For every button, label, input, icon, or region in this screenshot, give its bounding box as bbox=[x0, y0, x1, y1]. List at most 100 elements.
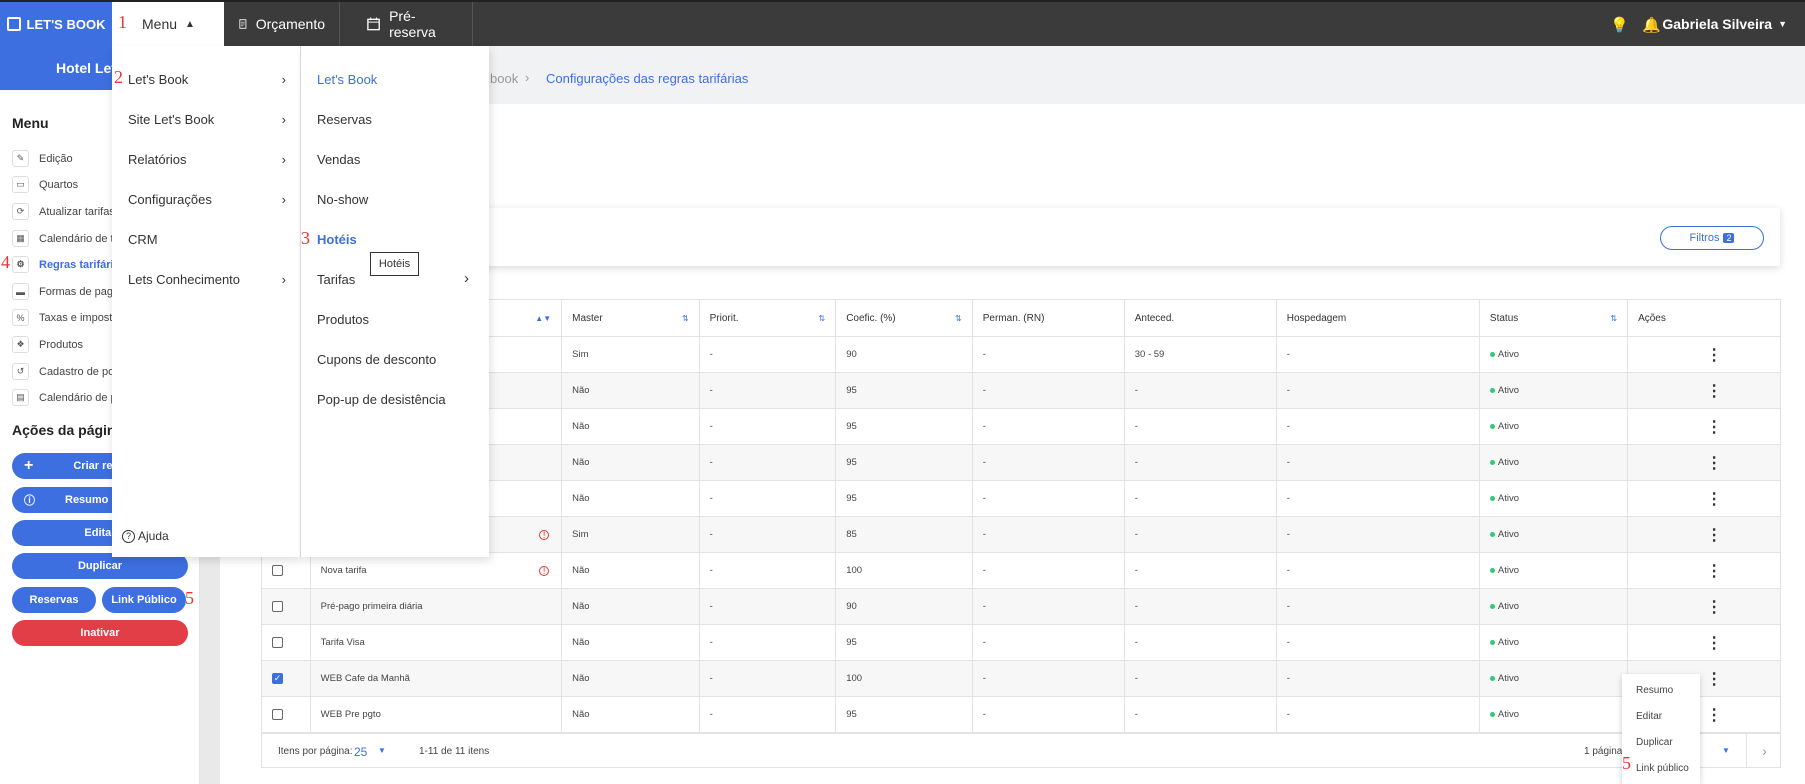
pencil-icon: ✎ bbox=[12, 150, 29, 167]
menu-item-label: Lets Conhecimento bbox=[128, 272, 241, 287]
context-item-resumo[interactable]: Resumo bbox=[1636, 685, 1673, 696]
menu-item-conhecimento[interactable]: Lets Conhecimento › bbox=[128, 272, 286, 287]
menu-item-label: Let's Book bbox=[128, 72, 189, 87]
table-cell: 100 bbox=[836, 661, 973, 696]
submenu-item-tarifas[interactable]: Tarifas bbox=[317, 272, 355, 287]
context-item-link-publico[interactable]: Link público bbox=[1636, 763, 1689, 774]
submenu-item-produtos[interactable]: Produtos bbox=[317, 312, 369, 327]
row-checkbox[interactable] bbox=[272, 709, 283, 720]
header-priorit[interactable]: Priorit. ⇅ bbox=[700, 300, 837, 336]
deactivate-button[interactable]: Inativar bbox=[12, 620, 188, 646]
bell-icon[interactable]: 🔔 bbox=[1642, 16, 1661, 34]
sidebar-item-label: Taxas e imposto bbox=[39, 311, 119, 324]
table-cell: 95 bbox=[836, 445, 973, 480]
percent-icon: % bbox=[12, 309, 29, 326]
kebab-menu-icon[interactable]: ⋮ bbox=[1706, 561, 1722, 581]
table-cell: - bbox=[973, 517, 1125, 552]
table-cell: WEB Cafe da Manhã bbox=[311, 661, 563, 696]
brand-logo[interactable]: LET'S BOOK bbox=[0, 2, 112, 46]
table-cell: - bbox=[973, 409, 1125, 444]
submenu-item-reservas[interactable]: Reservas bbox=[317, 112, 372, 127]
header-coef[interactable]: Coefic. (%) ⇅ bbox=[836, 300, 973, 336]
table-cell: - bbox=[1277, 553, 1480, 588]
cell-text: - bbox=[1286, 385, 1290, 396]
table-cell: ⋮ bbox=[1628, 589, 1780, 624]
submenu-item-cupons[interactable]: Cupons de desconto bbox=[317, 352, 436, 367]
table-cell: - bbox=[1125, 553, 1277, 588]
table-cell: - bbox=[973, 373, 1125, 408]
table-cell: Ativo bbox=[1480, 661, 1629, 696]
kebab-menu-icon[interactable]: ⋮ bbox=[1706, 705, 1722, 725]
submenu-item-hoteis[interactable]: Hotéis bbox=[317, 232, 357, 247]
nav-pre-reserva-label: Pré-reserva bbox=[389, 8, 436, 40]
cell-text: Sim bbox=[572, 529, 589, 540]
menu-item-configuracoes[interactable]: Configurações › bbox=[128, 192, 286, 207]
chevron-down-icon[interactable]: ▼ bbox=[378, 746, 386, 755]
kebab-menu-icon[interactable]: ⋮ bbox=[1706, 633, 1722, 653]
breadcrumb-item[interactable]: book bbox=[490, 71, 518, 86]
cell-text: 90 bbox=[846, 601, 857, 612]
kebab-menu-icon[interactable]: ⋮ bbox=[1706, 345, 1722, 365]
context-item-duplicar[interactable]: Duplicar bbox=[1636, 737, 1673, 748]
context-item-editar[interactable]: Editar bbox=[1636, 711, 1662, 722]
kebab-menu-icon[interactable]: ⋮ bbox=[1706, 453, 1722, 473]
cell-text: Pré-pago primeira diária bbox=[320, 601, 423, 612]
lightbulb-icon[interactable]: 💡 bbox=[1610, 16, 1629, 34]
menu-item-lets-book[interactable]: Let's Book › bbox=[128, 72, 286, 87]
cell-text: - bbox=[709, 349, 713, 360]
header-master[interactable]: Master ⇅ bbox=[562, 300, 700, 336]
help-link[interactable]: ? Ajuda bbox=[122, 529, 169, 543]
cell-text: - bbox=[1134, 421, 1138, 432]
kebab-menu-icon[interactable]: ⋮ bbox=[1706, 417, 1722, 437]
menu-item-crm[interactable]: CRM bbox=[128, 232, 286, 247]
menu-toggle[interactable]: Menu ▲ bbox=[112, 2, 224, 46]
status-text: Ativo bbox=[1497, 349, 1520, 360]
header-label: Status bbox=[1489, 312, 1519, 324]
filters-button[interactable]: Filtros 2 bbox=[1660, 226, 1764, 250]
cell-text: 95 bbox=[846, 421, 857, 432]
per-page-select[interactable]: 25 bbox=[354, 745, 367, 759]
submenu-item-popup[interactable]: Pop-up de desistência bbox=[317, 392, 446, 407]
cell-text: - bbox=[709, 457, 713, 468]
menu-item-relatorios[interactable]: Relatórios › bbox=[128, 152, 286, 167]
kebab-menu-icon[interactable]: ⋮ bbox=[1706, 489, 1722, 509]
header-acoes: Ações bbox=[1628, 300, 1780, 336]
kebab-menu-icon[interactable]: ⋮ bbox=[1706, 597, 1722, 617]
user-menu[interactable]: Gabriela Silveira ▼ bbox=[1662, 2, 1787, 46]
table-cell: Ativo bbox=[1480, 337, 1629, 372]
table-cell bbox=[262, 697, 311, 732]
menu-item-site[interactable]: Site Let's Book › bbox=[128, 112, 286, 127]
cell-text: Não bbox=[572, 421, 590, 432]
cell-text: - bbox=[709, 385, 713, 396]
next-page-icon[interactable]: › bbox=[1746, 734, 1782, 767]
table-row: Sim - 90 - 30 - 59 - Ativo ⋮ bbox=[262, 337, 1780, 373]
menu-label: Menu bbox=[142, 16, 178, 32]
chevron-right-icon: › bbox=[464, 270, 469, 287]
cell-text: 30 - 59 bbox=[1134, 349, 1165, 360]
row-checkbox[interactable] bbox=[272, 565, 283, 576]
nav-orcamento[interactable]: Orçamento bbox=[224, 2, 340, 46]
row-checkbox[interactable]: ✓ bbox=[272, 673, 283, 684]
row-checkbox[interactable] bbox=[272, 601, 283, 612]
table-row: ✓ WEB Cafe da Manhã Não - 100 - - - Ativo ⋮ bbox=[262, 661, 1780, 697]
submenu-item-vendas[interactable]: Vendas bbox=[317, 152, 360, 167]
header-status[interactable]: Status ⇅ bbox=[1480, 300, 1629, 336]
cell-text: - bbox=[1286, 421, 1290, 432]
submenu-item-no-show[interactable]: No-show bbox=[317, 192, 368, 207]
cell-text: - bbox=[709, 637, 713, 648]
cell-text: 95 bbox=[846, 385, 857, 396]
row-checkbox[interactable] bbox=[272, 637, 283, 648]
nav-pre-reserva[interactable]: Pré-reserva bbox=[352, 2, 473, 46]
table-cell: 95 bbox=[836, 373, 973, 408]
kebab-menu-icon[interactable]: ⋮ bbox=[1706, 669, 1722, 689]
submenu-item-lets-book[interactable]: Let's Book bbox=[317, 72, 377, 87]
public-link-button[interactable]: Link Público bbox=[102, 587, 186, 613]
kebab-menu-icon[interactable]: ⋮ bbox=[1706, 381, 1722, 401]
annotation-mark: 3 bbox=[301, 228, 310, 248]
table-cell: - bbox=[1277, 409, 1480, 444]
summary-button-label: Resumo d bbox=[65, 494, 119, 506]
reservations-button[interactable]: Reservas bbox=[12, 587, 96, 613]
page-select-chevron-icon[interactable]: ▼ bbox=[1722, 746, 1730, 755]
sidebar-item-label: Formas de pagar bbox=[39, 285, 123, 298]
kebab-menu-icon[interactable]: ⋮ bbox=[1706, 525, 1722, 545]
